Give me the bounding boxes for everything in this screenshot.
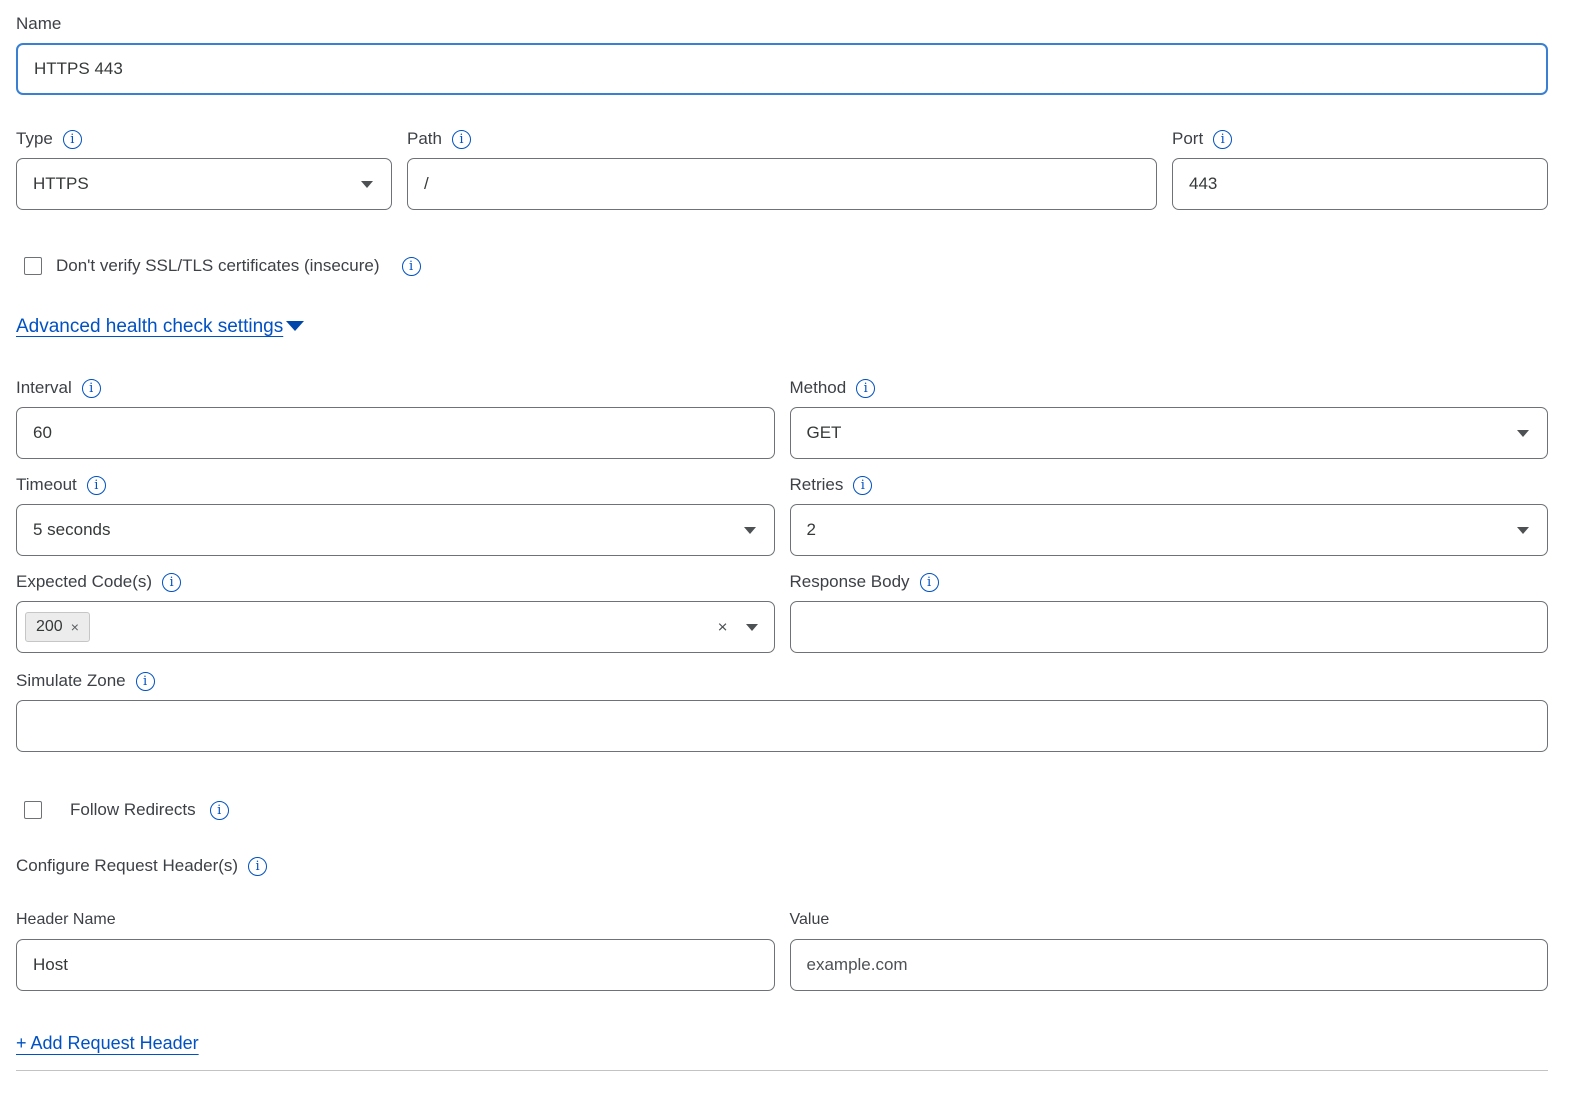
- header-name-input[interactable]: [16, 939, 775, 991]
- interval-label: Interval: [16, 378, 72, 398]
- simulate-zone-label-row: Simulate Zone i: [16, 671, 155, 691]
- advanced-settings-link[interactable]: Advanced health check settings: [16, 316, 283, 337]
- request-headers-section-label: Configure Request Header(s): [16, 856, 238, 876]
- port-info-icon[interactable]: i: [1213, 130, 1232, 149]
- timeout-select[interactable]: 5 seconds: [16, 504, 775, 556]
- expected-code-tag-text: 200: [36, 618, 63, 636]
- response-body-info-icon[interactable]: i: [920, 573, 939, 592]
- chevron-down-icon: [361, 181, 373, 188]
- simulate-zone-input[interactable]: [16, 700, 1548, 752]
- name-label-row: Name: [16, 14, 61, 34]
- header-value-col-label: Value: [790, 911, 1549, 929]
- ssl-verify-info-icon[interactable]: i: [402, 257, 421, 276]
- expected-codes-label-row: Expected Code(s) i: [16, 572, 181, 592]
- method-select[interactable]: GET: [790, 407, 1549, 459]
- chevron-down-icon: [744, 527, 756, 534]
- follow-redirects-info-icon[interactable]: i: [210, 801, 229, 820]
- follow-redirects-checkbox[interactable]: [24, 801, 42, 819]
- chevron-down-icon[interactable]: [746, 624, 758, 631]
- type-info-icon[interactable]: i: [63, 130, 82, 149]
- port-input[interactable]: [1172, 158, 1548, 210]
- retries-select-value: 2: [807, 520, 816, 540]
- method-label-row: Method i: [790, 378, 876, 398]
- path-label: Path: [407, 129, 442, 149]
- path-input[interactable]: [407, 158, 1157, 210]
- name-input[interactable]: [16, 43, 1548, 95]
- simulate-zone-info-icon[interactable]: i: [136, 672, 155, 691]
- timeout-label-row: Timeout i: [16, 475, 106, 495]
- simulate-zone-label: Simulate Zone: [16, 671, 126, 691]
- section-divider: [16, 1070, 1548, 1071]
- header-value-input[interactable]: [790, 939, 1549, 991]
- port-label-row: Port i: [1172, 129, 1232, 149]
- response-body-label: Response Body: [790, 572, 910, 592]
- request-headers-info-icon[interactable]: i: [248, 857, 267, 876]
- retries-label-row: Retries i: [790, 475, 873, 495]
- retries-label: Retries: [790, 475, 844, 495]
- retries-select[interactable]: 2: [790, 504, 1549, 556]
- interval-label-row: Interval i: [16, 378, 101, 398]
- remove-tag-icon[interactable]: ×: [71, 619, 79, 635]
- expected-codes-multiselect[interactable]: 200 × ×: [16, 601, 775, 653]
- type-label-row: Type i: [16, 129, 82, 149]
- name-label: Name: [16, 14, 61, 34]
- chevron-down-icon: [286, 321, 304, 331]
- method-select-value: GET: [807, 423, 842, 443]
- clear-all-icon[interactable]: ×: [718, 619, 728, 636]
- path-info-icon[interactable]: i: [452, 130, 471, 149]
- timeout-info-icon[interactable]: i: [87, 476, 106, 495]
- type-label: Type: [16, 129, 53, 149]
- response-body-label-row: Response Body i: [790, 572, 939, 592]
- header-name-col-label: Header Name: [16, 911, 775, 929]
- ssl-verify-label: Don't verify SSL/TLS certificates (insec…: [56, 256, 380, 276]
- chevron-down-icon: [1517, 527, 1529, 534]
- interval-input[interactable]: [16, 407, 775, 459]
- expected-codes-label: Expected Code(s): [16, 572, 152, 592]
- add-request-header-link[interactable]: + Add Request Header: [16, 1033, 199, 1053]
- interval-info-icon[interactable]: i: [82, 379, 101, 398]
- path-label-row: Path i: [407, 129, 471, 149]
- ssl-verify-checkbox[interactable]: [24, 257, 42, 275]
- response-body-input[interactable]: [790, 601, 1549, 653]
- timeout-select-value: 5 seconds: [33, 520, 111, 540]
- request-header-row: Header Name Value: [16, 911, 1548, 991]
- port-label: Port: [1172, 129, 1203, 149]
- timeout-label: Timeout: [16, 475, 77, 495]
- retries-info-icon[interactable]: i: [853, 476, 872, 495]
- expected-code-tag: 200 ×: [25, 612, 90, 642]
- method-label: Method: [790, 378, 847, 398]
- health-check-form: Name Type i HTTPS Path i Port i: [0, 0, 1570, 1071]
- type-select[interactable]: HTTPS: [16, 158, 392, 210]
- chevron-down-icon: [1517, 430, 1529, 437]
- type-select-value: HTTPS: [33, 174, 89, 194]
- expected-codes-info-icon[interactable]: i: [162, 573, 181, 592]
- method-info-icon[interactable]: i: [856, 379, 875, 398]
- request-headers-section-row: Configure Request Header(s) i: [16, 856, 267, 876]
- follow-redirects-label: Follow Redirects: [70, 800, 196, 820]
